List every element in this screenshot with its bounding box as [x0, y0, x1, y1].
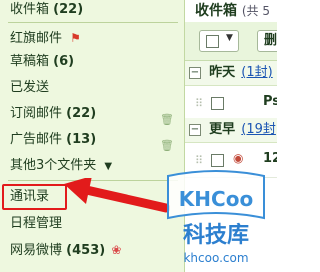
- sidebar-item-sent[interactable]: 已发送: [0, 76, 184, 100]
- sidebar-item-label: 已发送: [10, 80, 50, 95]
- row-checkbox[interactable]: [211, 154, 224, 167]
- toolbar: ▼ 删: [185, 22, 277, 61]
- caret-down-icon: ▼: [104, 161, 113, 172]
- sidebar-item-ads[interactable]: 广告邮件 (13) 🗑: [0, 128, 184, 152]
- watermark-logo-text: KHCoo: [179, 187, 253, 211]
- mail-sender: Ps: [263, 94, 277, 109]
- drag-handle-icon[interactable]: ⠿: [195, 97, 203, 110]
- group-count-link[interactable]: (19封: [241, 122, 276, 137]
- watermark-domain-text: khcoo.com: [183, 251, 248, 265]
- group-header-yesterday[interactable]: − 昨天 (1封): [185, 61, 277, 86]
- mail-sender: 12: [263, 151, 277, 166]
- khcoo-watermark-logo: KHCoo 科技库 khcoo.com: [167, 170, 265, 265]
- select-dropdown[interactable]: ▼: [199, 30, 239, 52]
- unread-count: (13): [66, 132, 97, 147]
- highlight-box: [2, 184, 67, 210]
- sidebar-item-label: 草稿箱: [10, 54, 50, 69]
- sidebar-item-label: 日程管理: [10, 216, 63, 231]
- delete-button[interactable]: 删: [257, 30, 277, 52]
- red-arrow-icon: [64, 178, 170, 213]
- red-flag-icon: ⚑: [70, 31, 81, 45]
- sidebar-item-more-folders[interactable]: 其他3个文件夹 ▼: [0, 154, 184, 178]
- sidebar-item-label: 其他3个文件夹: [10, 158, 97, 173]
- draft-count: (6): [53, 54, 75, 69]
- sidebar: 收件箱 (22) 红旗邮件 ⚑ 草稿箱 (6) 已发送 订阅邮件 (22) 🗑 …: [0, 0, 185, 272]
- collapse-icon[interactable]: −: [189, 66, 201, 79]
- sidebar-item-label: 广告邮件: [10, 132, 63, 147]
- page-title: 收件箱 (共 5: [195, 0, 270, 22]
- divider: [8, 22, 178, 23]
- collapse-icon[interactable]: −: [189, 123, 201, 136]
- sidebar-item-subscriptions[interactable]: 订阅邮件 (22) 🗑: [0, 102, 184, 126]
- group-label: 更早: [209, 122, 236, 137]
- sidebar-item-label: 红旗邮件: [10, 31, 63, 46]
- unread-count: (22): [66, 106, 97, 121]
- row-checkbox[interactable]: [211, 97, 224, 110]
- select-all-checkbox[interactable]: [206, 35, 219, 48]
- group-count-link[interactable]: (1封): [241, 65, 272, 80]
- sidebar-item-label: 订阅邮件: [10, 106, 63, 121]
- chevron-down-icon: ▼: [226, 33, 233, 43]
- receipt-icon: ◉: [233, 151, 244, 165]
- unread-count: (453): [66, 243, 106, 258]
- mail-row[interactable]: ⠿ Ps: [185, 86, 277, 121]
- sidebar-item-label: 网易微博: [10, 243, 63, 258]
- sidebar-item-inbox[interactable]: 收件箱 (22): [0, 0, 184, 22]
- group-header-earlier[interactable]: − 更早 (19封: [185, 118, 277, 143]
- mail-total: (共 5: [241, 4, 271, 18]
- sidebar-item-weibo[interactable]: 网易微博 (453) ❀: [0, 238, 184, 262]
- weibo-icon: ❀: [111, 243, 122, 257]
- folder-title: 收件箱: [195, 3, 237, 19]
- drag-handle-icon[interactable]: ⠿: [195, 154, 203, 167]
- unread-count: (22): [53, 2, 84, 17]
- sidebar-item-drafts[interactable]: 草稿箱 (6): [0, 50, 184, 74]
- watermark-cn-text: 科技库: [183, 223, 249, 248]
- group-label: 昨天: [209, 65, 236, 80]
- sidebar-item-label: 收件箱: [10, 2, 50, 17]
- sidebar-item-flagged[interactable]: 红旗邮件 ⚑: [0, 26, 184, 50]
